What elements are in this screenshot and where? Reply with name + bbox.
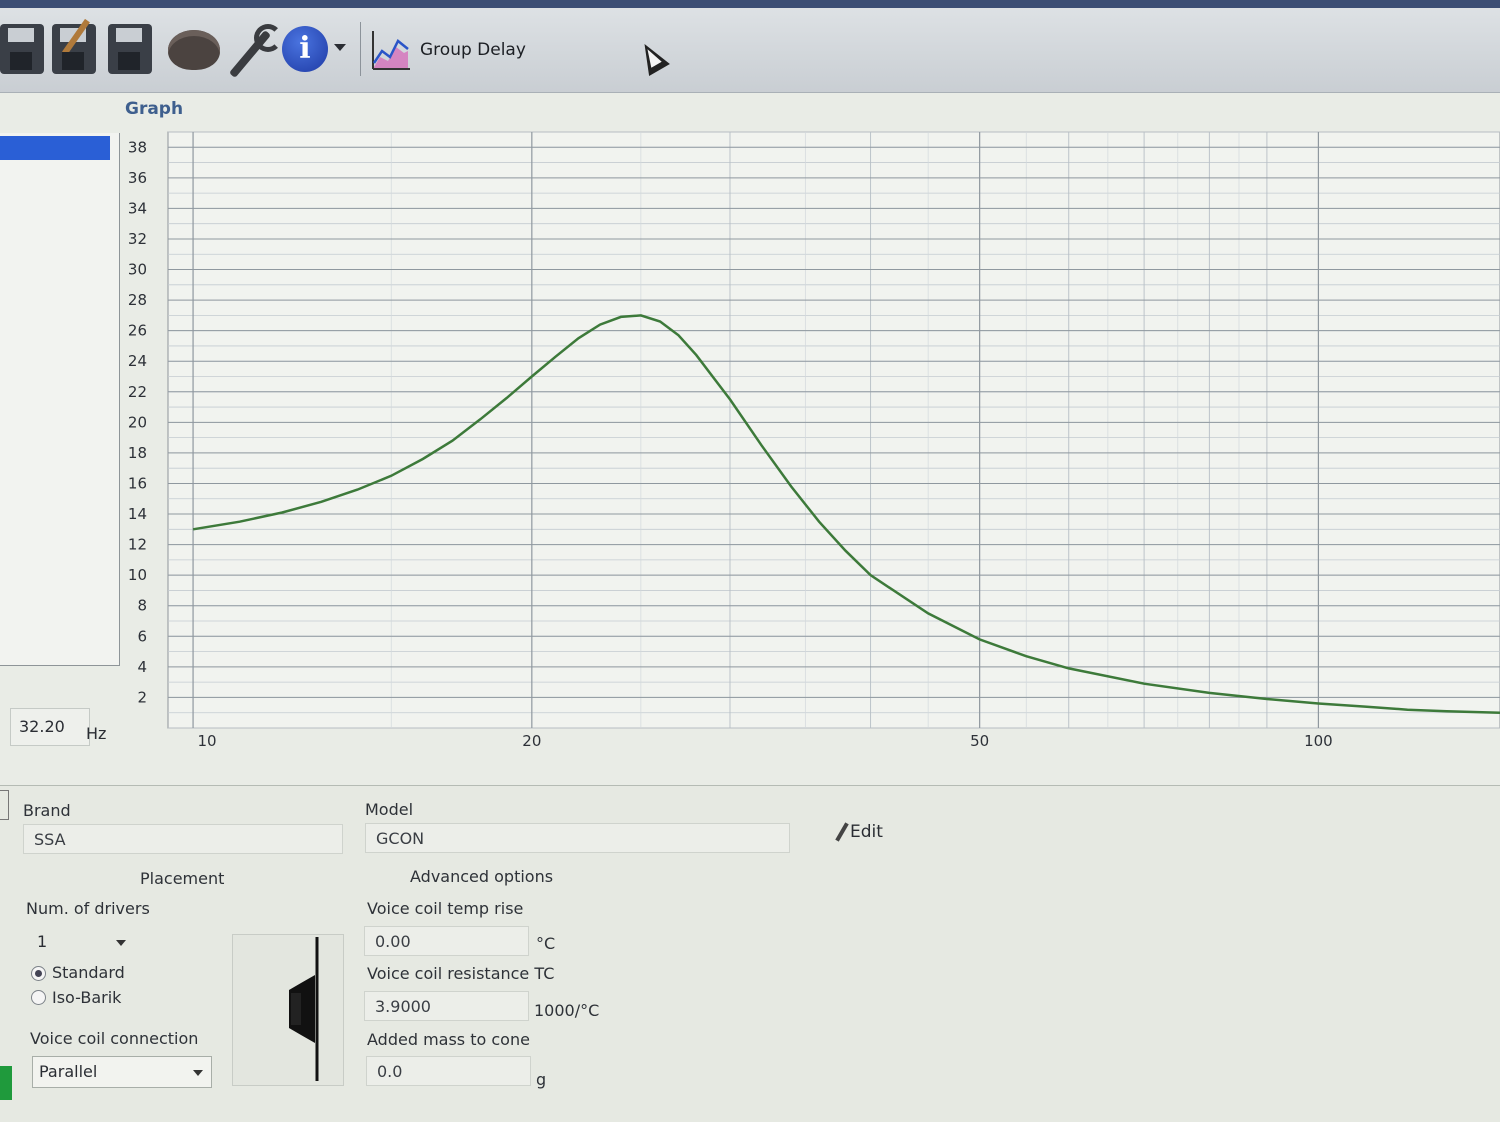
num-drivers-select[interactable]: 1	[30, 926, 135, 958]
y-tick-label: 18	[128, 444, 147, 462]
added-mass-label: Added mass to cone	[367, 1030, 530, 1049]
y-tick-label: 2	[137, 688, 147, 706]
toolbar: i Group Delay	[0, 0, 1500, 93]
voice-coil-connection-select[interactable]: Parallel	[32, 1056, 212, 1088]
chevron-down-icon	[193, 1070, 203, 1076]
graph-title: Graph	[125, 99, 184, 119]
save-all-icon[interactable]	[108, 24, 152, 74]
voice-coil-connection-value: Parallel	[39, 1062, 98, 1081]
save-icon[interactable]	[0, 24, 44, 74]
wrench-icon[interactable]	[226, 24, 282, 79]
y-tick-label: 38	[128, 138, 147, 156]
placement-diagram	[232, 934, 344, 1086]
y-tick-label: 28	[128, 291, 147, 309]
voice-coil-connection-label: Voice coil connection	[30, 1029, 199, 1048]
pencil-icon	[835, 822, 849, 842]
added-mass-input[interactable]: 0.0	[366, 1056, 531, 1086]
x-tick-label: 10	[198, 732, 217, 750]
temp-rise-label: Voice coil temp rise	[367, 899, 524, 918]
chevron-down-icon[interactable]	[334, 44, 346, 51]
save-as-icon[interactable]	[52, 18, 96, 74]
mouse-cursor-icon	[634, 38, 670, 76]
brand-field[interactable]: SSA	[23, 824, 343, 854]
toolbar-separator	[360, 22, 361, 76]
group-delay-button[interactable]: Group Delay	[370, 26, 526, 74]
y-tick-label: 12	[128, 536, 147, 554]
radio-isobarik-label: Iso-Barik	[52, 988, 122, 1007]
resistance-tc-label: Voice coil resistance TC	[367, 964, 555, 983]
y-tick-label: 6	[137, 627, 147, 645]
radio-isobarik[interactable]	[31, 990, 46, 1005]
radio-standard[interactable]	[31, 966, 46, 981]
edit-label: Edit	[850, 822, 883, 842]
x-tick-label: 50	[970, 732, 989, 750]
num-drivers-value: 1	[37, 932, 48, 951]
window-top-edge	[0, 0, 1500, 8]
edit-button[interactable]: Edit	[835, 822, 883, 842]
status-tab[interactable]	[0, 1066, 12, 1100]
y-tick-label: 22	[128, 383, 147, 401]
y-tick-label: 32	[128, 230, 147, 248]
group-delay-label: Group Delay	[420, 40, 526, 60]
info-icon[interactable]: i	[282, 26, 328, 72]
y-tick-label: 34	[128, 199, 147, 217]
y-tick-label: 30	[128, 261, 147, 279]
y-tick-label: 36	[128, 169, 147, 187]
brand-label: Brand	[23, 801, 71, 820]
temp-rise-unit: °C	[536, 934, 556, 953]
model-field[interactable]: GCON	[365, 823, 790, 853]
num-drivers-label: Num. of drivers	[26, 899, 150, 918]
group-delay-chart-icon	[372, 31, 410, 70]
panel-edge	[0, 790, 9, 820]
y-tick-label: 20	[128, 413, 147, 431]
advanced-options-title: Advanced options	[410, 867, 554, 886]
group-delay-chart[interactable]: 2468101214161820222426283032343638 10 20 5…	[0, 120, 1500, 760]
chevron-down-icon	[116, 940, 126, 946]
radio-standard-label: Standard	[52, 963, 125, 982]
model-label: Model	[365, 800, 414, 819]
y-tick-label: 8	[137, 597, 147, 615]
resistance-tc-input[interactable]: 3.9000	[364, 991, 529, 1021]
driver-settings-panel: Brand SSA Model GCON Edit Placement Num.…	[0, 785, 1500, 1122]
placement-title: Placement	[140, 869, 225, 888]
speaker-driver-icon[interactable]	[168, 30, 220, 70]
y-tick-label: 26	[128, 322, 147, 340]
driver-on-baffle-icon	[289, 937, 319, 1081]
x-tick-label: 20	[522, 732, 541, 750]
y-tick-label: 14	[128, 505, 147, 523]
x-tick-label: 100	[1304, 732, 1333, 750]
resistance-tc-unit: 1000/°C	[534, 1001, 600, 1020]
y-tick-label: 4	[137, 658, 147, 676]
y-tick-label: 16	[128, 474, 147, 492]
y-tick-label: 10	[128, 566, 147, 584]
y-tick-label: 24	[128, 352, 147, 370]
added-mass-unit: g	[536, 1070, 547, 1089]
plot-area	[167, 131, 1500, 729]
temp-rise-input[interactable]: 0.00	[364, 926, 529, 956]
